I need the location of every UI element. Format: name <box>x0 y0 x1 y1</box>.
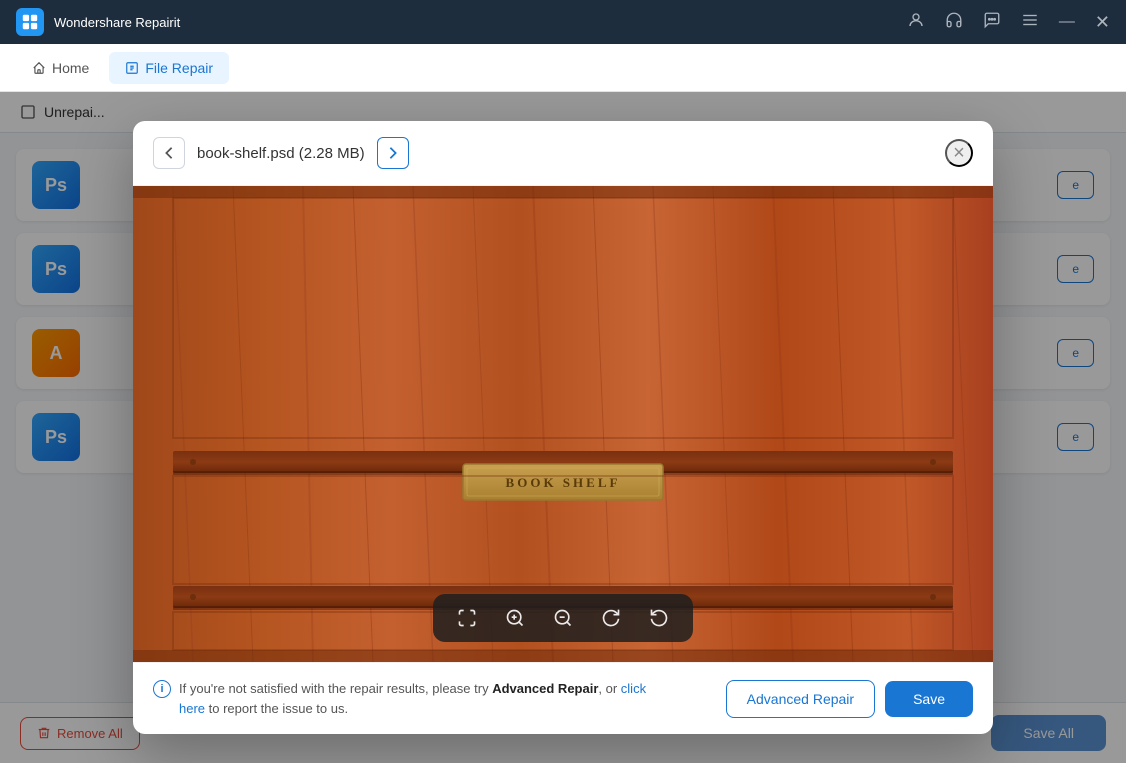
minimize-icon[interactable]: — <box>1059 13 1075 31</box>
footer-info: i If you're not satisfied with the repai… <box>153 679 653 718</box>
user-icon[interactable] <box>907 11 925 34</box>
save-button[interactable]: Save <box>885 681 973 717</box>
modal-close-button[interactable]: × <box>945 139 973 167</box>
modal-nav: book-shelf.psd (2.28 MB) <box>153 137 409 169</box>
close-icon: × <box>953 142 965 165</box>
bookshelf-image: BOOK SHELF <box>133 186 993 662</box>
advanced-repair-button[interactable]: Advanced Repair <box>726 680 875 718</box>
title-bar: Wondershare Repairit <box>0 0 1126 44</box>
footer-actions: Advanced Repair Save <box>726 680 973 718</box>
app-logo <box>16 8 44 36</box>
tab-file-repair[interactable]: File Repair <box>109 52 229 84</box>
image-toolbar <box>433 594 693 642</box>
tab-file-repair-label: File Repair <box>145 60 213 76</box>
app-title: Wondershare Repairit <box>54 15 907 30</box>
next-button[interactable] <box>377 137 409 169</box>
rotate-ccw-icon[interactable] <box>645 604 673 632</box>
rotate-cw-icon[interactable] <box>597 604 625 632</box>
modal-overlay: book-shelf.psd (2.28 MB) × <box>0 92 1126 763</box>
tab-home[interactable]: Home <box>16 52 105 84</box>
info-icon: i <box>153 680 171 698</box>
footer-text: If you're not satisfied with the repair … <box>179 679 653 718</box>
zoom-out-icon[interactable] <box>549 604 577 632</box>
close-icon[interactable]: ✕ <box>1095 12 1110 33</box>
app-window: Wondershare Repairit <box>0 0 1126 763</box>
tab-home-label: Home <box>52 60 89 76</box>
zoom-in-icon[interactable] <box>501 604 529 632</box>
modal-header: book-shelf.psd (2.28 MB) × <box>133 121 993 186</box>
main-content: Unrepai... Ps e Ps e A e Ps e <box>0 92 1126 763</box>
chat-icon[interactable] <box>983 11 1001 34</box>
image-preview-area: BOOK SHELF <box>133 186 993 662</box>
nav-bar: Home File Repair <box>0 44 1126 92</box>
svg-text:BOOK SHELF: BOOK SHELF <box>506 475 621 490</box>
preview-modal: book-shelf.psd (2.28 MB) × <box>133 121 993 734</box>
fullscreen-icon[interactable] <box>453 604 481 632</box>
window-controls: — ✕ <box>907 11 1110 34</box>
menu-icon[interactable] <box>1021 11 1039 34</box>
modal-footer: i If you're not satisfied with the repai… <box>133 662 993 734</box>
headset-icon[interactable] <box>945 11 963 34</box>
prev-button[interactable] <box>153 137 185 169</box>
modal-title: book-shelf.psd (2.28 MB) <box>197 145 365 162</box>
